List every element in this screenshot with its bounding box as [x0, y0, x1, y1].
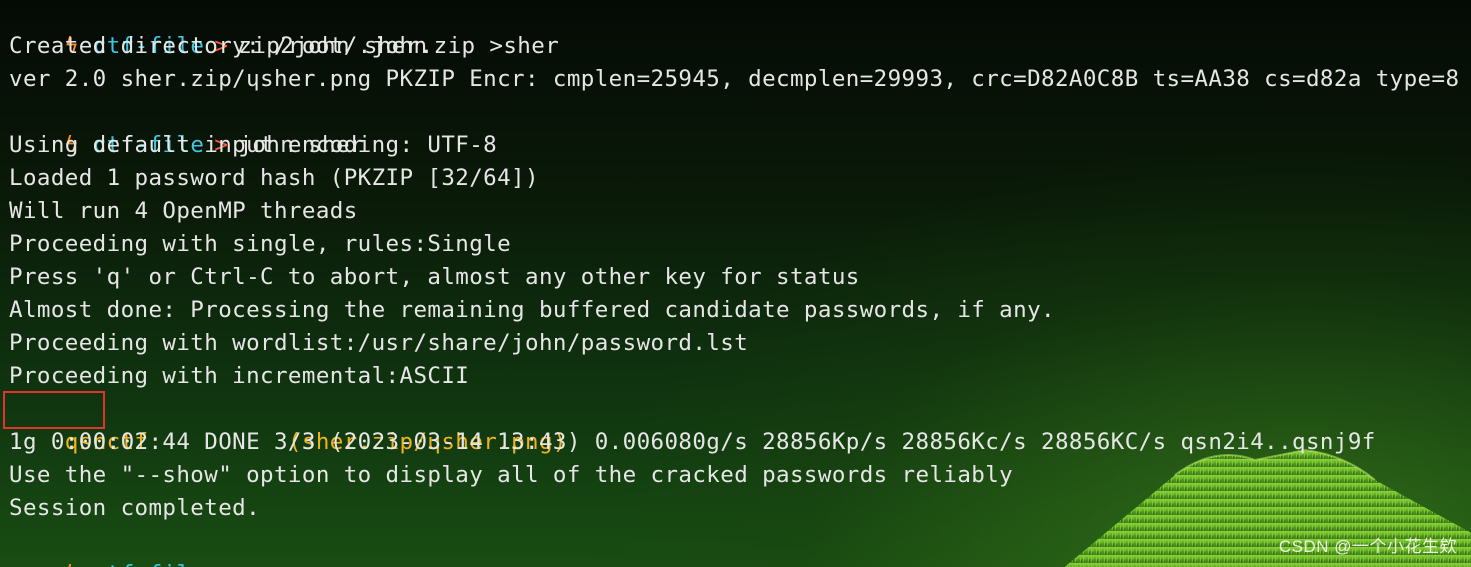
output-line: Almost done: Processing the remaining bu… [9, 297, 1055, 323]
terminal-window[interactable]: ϟ ctf-file > zip2john sher.zip >sher Create… [0, 0, 1471, 567]
terminal-line: ϟ ctf-file > zip2john sher.zip >sher [9, 0, 559, 59]
output-line: ver 2.0 sher.zip/ɥsher.png PKZIP Encr: c… [9, 66, 1460, 92]
output-line: Proceeding with incremental:ASCII [9, 363, 470, 389]
watermark: CSDN @一个小花生欸 [1278, 537, 1457, 556]
output-line: Loaded 1 password hash (PKZIP [32/64]) [9, 165, 539, 191]
output-line: Will run 4 OpenMP threads [9, 198, 358, 224]
output-line: Proceeding with wordlist:/usr/share/john… [9, 330, 749, 356]
terminal-line[interactable]: ϟctf-file> [9, 525, 238, 567]
terminal-line: ϟ ctf-file > john sher [9, 96, 364, 158]
output-line: Proceeding with single, rules:Single [9, 231, 512, 257]
output-line: Using default input encoding: UTF-8 [9, 132, 498, 158]
password-highlight-box [3, 391, 105, 429]
lightning-icon: ϟ [65, 558, 93, 567]
output-line: Use the "--show" option to display all o… [9, 462, 1014, 488]
prompt-chevron: > [204, 558, 238, 567]
output-line: Created directory: /root/.john [9, 33, 428, 59]
output-line: Press 'q' or Ctrl-C to abort, almost any… [9, 264, 860, 290]
output-line: 1g 0:00:02:44 DONE 3/3 (2023-03-14 13:43… [9, 429, 1376, 455]
output-line: Session completed. [9, 495, 261, 521]
prompt-directory: ctf-file [93, 561, 205, 567]
